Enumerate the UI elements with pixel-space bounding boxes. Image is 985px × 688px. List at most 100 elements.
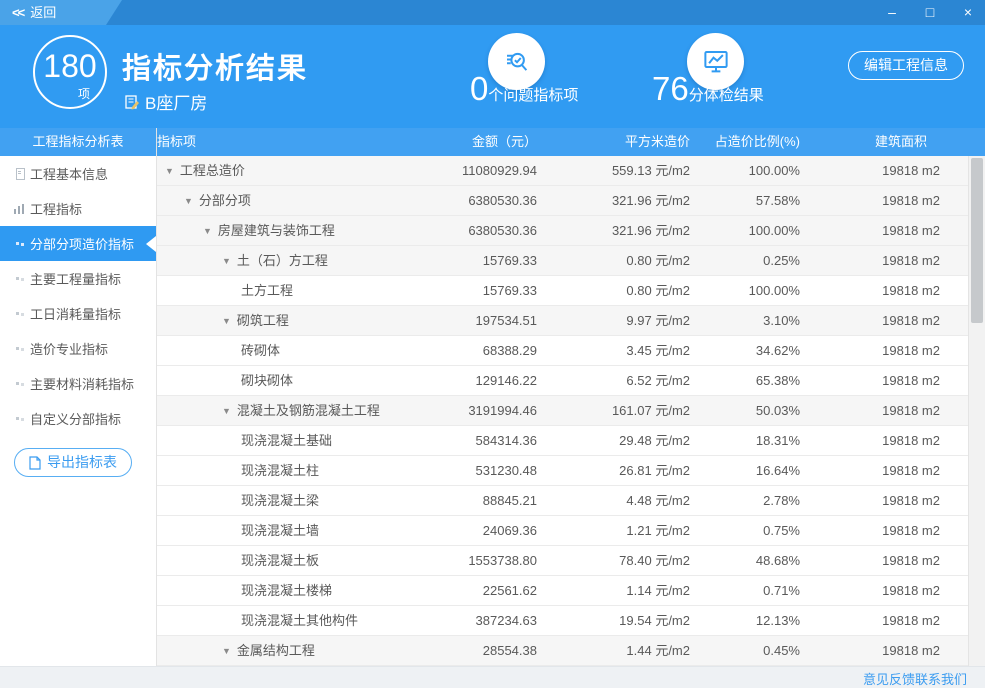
export-indicator-table-button[interactable]: 导出指标表 (14, 448, 132, 477)
indicator-name: 土方工程 (241, 283, 293, 298)
table-row[interactable]: 现浇混凝土其他构件387234.6319.54 元/m212.13%19818 … (157, 606, 985, 636)
area-cell: 19818 m2 (808, 186, 967, 215)
indicator-name-cell: ▼分部分项 (157, 186, 400, 215)
amount-cell: 88845.21 (400, 486, 545, 515)
table-row[interactable]: ▼土（石）方工程15769.330.80 元/m20.25%19818 m2 (157, 246, 985, 276)
problem-count: 0 (470, 70, 488, 107)
feedback-link[interactable]: 意见反馈 (863, 672, 915, 687)
table-row[interactable]: 砌块砌体129146.226.52 元/m265.38%19818 m2 (157, 366, 985, 396)
area-cell: 19818 m2 (808, 396, 967, 425)
sidebar-item[interactable]: 工日消耗量指标 (0, 296, 156, 331)
sidebar-item[interactable]: 工程指标 (0, 191, 156, 226)
table-row[interactable]: 现浇混凝土墙24069.361.21 元/m20.75%19818 m2 (157, 516, 985, 546)
indicator-name: 现浇混凝土梁 (241, 493, 319, 508)
table-row[interactable]: 砖砌体68388.293.45 元/m234.62%19818 m2 (157, 336, 985, 366)
amount-cell: 584314.36 (400, 426, 545, 455)
sidebar-header: 工程指标分析表 (0, 128, 156, 156)
table-row[interactable]: ▼房屋建筑与装饰工程6380530.36321.96 元/m2100.00%19… (157, 216, 985, 246)
ratio-cell: 100.00% (698, 216, 808, 245)
unit-price-cell: 161.07 元/m2 (545, 396, 698, 425)
collapse-arrow-icon[interactable]: ▼ (222, 646, 231, 656)
table-row[interactable]: 土方工程15769.330.80 元/m2100.00%19818 m2 (157, 276, 985, 306)
scrollbar-thumb[interactable] (971, 158, 983, 323)
table-row[interactable]: ▼分部分项6380530.36321.96 元/m257.58%19818 m2 (157, 186, 985, 216)
collapse-arrow-icon[interactable]: ▼ (184, 196, 193, 206)
sidebar-item[interactable]: 造价专业指标 (0, 331, 156, 366)
indicator-name: 砌块砌体 (241, 373, 293, 388)
amount-cell: 6380530.36 (400, 186, 545, 215)
table-header-row: 指标项金额（元）平方米造价占造价比例(%)建筑面积 (157, 128, 985, 156)
sidebar: 工程指标分析表 工程基本信息工程指标分部分项造价指标主要工程量指标工日消耗量指标… (0, 128, 157, 666)
ratio-cell: 18.31% (698, 426, 808, 455)
collapse-arrow-icon[interactable]: ▼ (222, 316, 231, 326)
close-icon[interactable]: × (961, 0, 975, 25)
problem-label: 个问题指标项 (488, 87, 578, 104)
ratio-cell: 16.64% (698, 456, 808, 485)
ratio-cell: 12.13% (698, 606, 808, 635)
table-row[interactable]: 现浇混凝土板1553738.8078.40 元/m248.68%19818 m2 (157, 546, 985, 576)
indicator-name-cell: ▼混凝土及钢筋混凝土工程 (157, 396, 400, 425)
sidebar-items: 工程基本信息工程指标分部分项造价指标主要工程量指标工日消耗量指标造价专业指标主要… (0, 156, 156, 436)
indicator-name: 工程总造价 (180, 163, 245, 178)
indicator-name: 现浇混凝土板 (241, 553, 319, 568)
sidebar-item[interactable]: 自定义分部指标 (0, 401, 156, 436)
contact-us-link[interactable]: 联系我们 (915, 672, 967, 687)
sidebar-item[interactable]: 分部分项造价指标 (0, 226, 156, 261)
maximize-icon[interactable]: □ (923, 0, 937, 25)
edit-project-info-button[interactable]: 编辑工程信息 (848, 51, 964, 80)
unit-price-cell: 4.48 元/m2 (545, 486, 698, 515)
unit-price-cell: 1.14 元/m2 (545, 576, 698, 605)
column-header: 平方米造价 (545, 128, 698, 156)
table-row[interactable]: ▼工程总造价11080929.94559.13 元/m2100.00%19818… (157, 156, 985, 186)
indicator-name-cell: 砌块砌体 (157, 366, 400, 395)
table-row[interactable]: 现浇混凝土基础584314.3629.48 元/m218.31%19818 m2 (157, 426, 985, 456)
amount-cell: 531230.48 (400, 456, 545, 485)
indicator-name-cell: 现浇混凝土板 (157, 546, 400, 575)
area-cell: 19818 m2 (808, 546, 967, 575)
ratio-cell: 57.58% (698, 186, 808, 215)
sidebar-item[interactable]: 工程基本信息 (0, 156, 156, 191)
indicator-name: 现浇混凝土其他构件 (241, 613, 358, 628)
vertical-scrollbar[interactable] (968, 156, 985, 666)
indicator-name-cell: 砖砌体 (157, 336, 400, 365)
indicator-name: 现浇混凝土柱 (241, 463, 319, 478)
collapse-arrow-icon[interactable]: ▼ (222, 256, 231, 266)
area-cell: 19818 m2 (808, 216, 967, 245)
amount-cell: 68388.29 (400, 336, 545, 365)
amount-cell: 11080929.94 (400, 156, 545, 185)
minimize-icon[interactable]: – (885, 0, 899, 25)
sidebar-item[interactable]: 主要工程量指标 (0, 261, 156, 296)
area-cell: 19818 m2 (808, 606, 967, 635)
table-row[interactable]: ▼砌筑工程197534.519.97 元/m23.10%19818 m2 (157, 306, 985, 336)
table-row[interactable]: ▼混凝土及钢筋混凝土工程3191994.46161.07 元/m250.03%1… (157, 396, 985, 426)
collapse-arrow-icon[interactable]: ▼ (165, 166, 174, 176)
area-cell: 19818 m2 (808, 156, 967, 185)
sidebar-item-label: 分部分项造价指标 (30, 234, 134, 253)
back-label: 返回 (30, 5, 56, 20)
dot-icon (13, 343, 26, 354)
sidebar-item-label: 造价专业指标 (30, 339, 108, 358)
amount-cell: 1553738.80 (400, 546, 545, 575)
ratio-cell: 3.10% (698, 306, 808, 335)
indicator-name-cell: 现浇混凝土梁 (157, 486, 400, 515)
collapse-arrow-icon[interactable]: ▼ (222, 406, 231, 416)
health-label: 分体检结果 (689, 87, 764, 104)
project-edit-icon (124, 94, 140, 110)
area-cell: 19818 m2 (808, 486, 967, 515)
back-button[interactable]: << 返回 (0, 0, 122, 25)
ratio-cell: 50.03% (698, 396, 808, 425)
back-chevrons-icon: << (12, 5, 23, 20)
indicator-name-cell: 现浇混凝土楼梯 (157, 576, 400, 605)
health-score: 76 (652, 70, 689, 107)
unit-price-cell: 29.48 元/m2 (545, 426, 698, 455)
indicator-count-badge: 180 项 (33, 35, 107, 109)
indicator-name: 金属结构工程 (237, 643, 315, 658)
table-row[interactable]: 现浇混凝土柱531230.4826.81 元/m216.64%19818 m2 (157, 456, 985, 486)
table-row[interactable]: ▼金属结构工程28554.381.44 元/m20.45%19818 m2 (157, 636, 985, 666)
title-bar: << 返回 – □ × (0, 0, 985, 25)
collapse-arrow-icon[interactable]: ▼ (203, 226, 212, 236)
sidebar-item[interactable]: 主要材料消耗指标 (0, 366, 156, 401)
area-cell: 19818 m2 (808, 366, 967, 395)
table-row[interactable]: 现浇混凝土楼梯22561.621.14 元/m20.71%19818 m2 (157, 576, 985, 606)
table-row[interactable]: 现浇混凝土梁88845.214.48 元/m22.78%19818 m2 (157, 486, 985, 516)
